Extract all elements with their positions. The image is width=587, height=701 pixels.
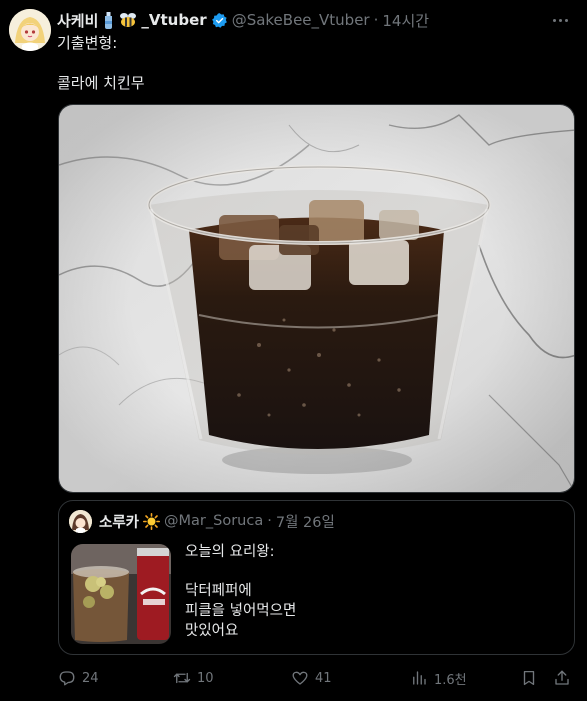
display-name-suffix[interactable]: _Vtuber [141,11,206,29]
views-count: 1.6천 [434,672,467,688]
bookmark-button[interactable] [520,667,538,689]
display-name[interactable]: 사케비 [57,10,98,31]
tweet-media-image[interactable] [58,104,575,493]
tweet: 사케비 _Vtuber @SakeBee_Vtuber · 14시간 기출변형:… [0,0,587,701]
like-button[interactable]: 41 [291,667,332,689]
tweet-header: 사케비 _Vtuber @SakeBee_Vtuber · 14시간 [57,9,547,31]
views-chart-icon [410,669,428,687]
action-bar: 24 10 41 1.6천 [58,667,575,689]
reply-icon [58,669,76,687]
sun-icon [143,512,161,530]
like-count: 41 [315,670,332,686]
reply-button[interactable]: 24 [58,667,99,689]
retweet-count: 10 [197,670,214,686]
quoted-tweet[interactable]: 소루카 @Mar_Soruca · 7월 26일 오늘의 요리왕: 닥터페퍼에 … [58,500,575,655]
bee-icon [119,12,137,28]
bottle-icon [102,11,115,29]
quote-header: 소루카 @Mar_Soruca · 7월 26일 [99,510,335,532]
tweet-text-line-1: 기출변형: [57,34,118,52]
quote-handle[interactable]: @Mar_Soruca [164,513,263,529]
quote-date[interactable]: 7월 26일 [276,511,335,532]
quote-display-name[interactable]: 소루카 [99,511,139,532]
avatar[interactable] [9,9,51,51]
quote-text-line-4: 맛있어요 [185,623,239,639]
retweet-icon [173,669,191,687]
more-options-icon[interactable] [549,12,571,28]
separator-dot: · [373,11,379,29]
share-icon [553,669,571,687]
reply-count: 24 [82,670,99,686]
quote-text-line-3: 피클을 넣어먹으면 [185,603,297,619]
quote-text-line-1: 오늘의 요리왕: [185,544,275,560]
bookmark-icon [520,669,538,687]
quote-media-thumbnail[interactable] [71,544,171,644]
heart-icon [291,669,309,687]
views-button[interactable]: 1.6천 [410,667,467,689]
quote-avatar[interactable] [69,510,92,533]
verified-badge-icon [211,12,228,29]
retweet-button[interactable]: 10 [173,667,214,689]
tweet-text-line-2: 콜라에 치킨무 [57,74,145,92]
quote-text-line-2: 닥터페퍼에 [185,583,252,599]
handle[interactable]: @SakeBee_Vtuber [232,11,370,29]
timestamp[interactable]: 14시간 [382,10,429,31]
quote-separator-dot: · [267,513,272,529]
share-button[interactable] [553,667,571,689]
